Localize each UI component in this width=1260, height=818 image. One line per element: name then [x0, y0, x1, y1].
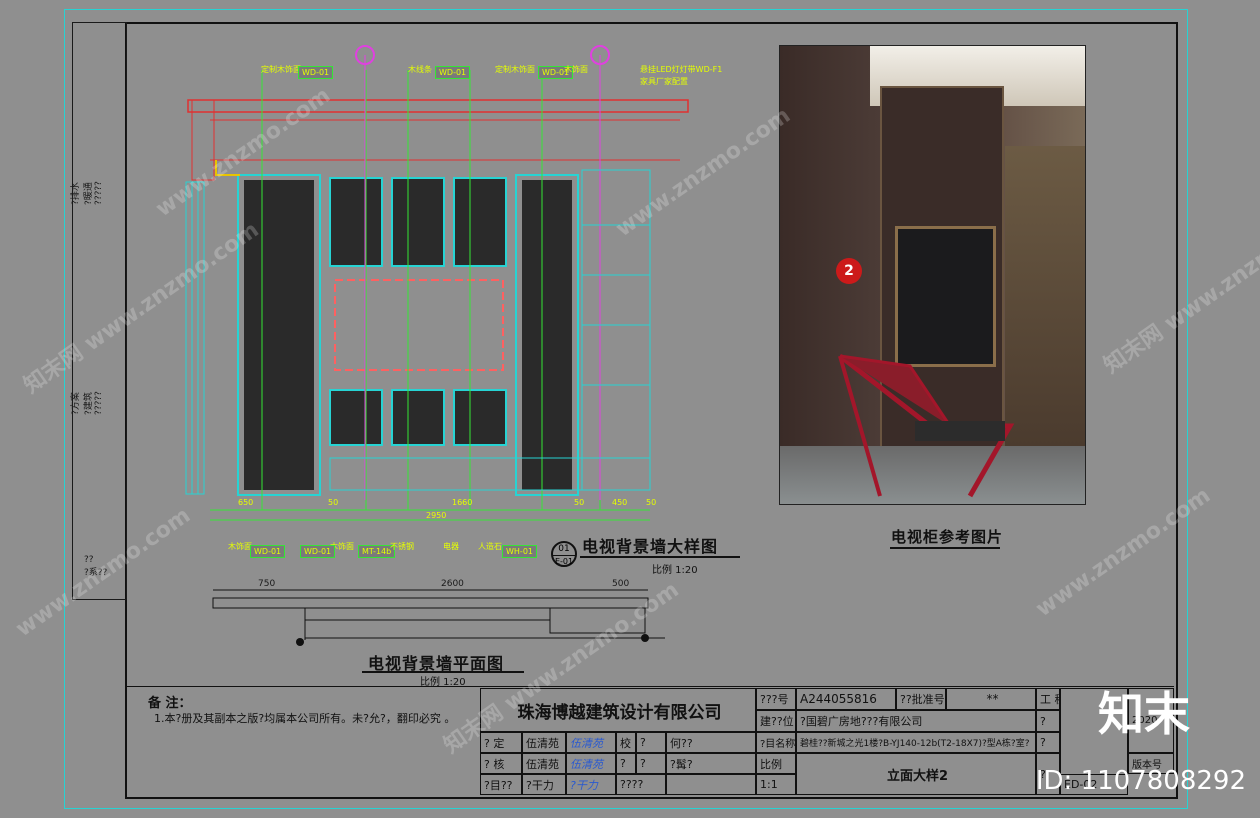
dim-450: 450 — [612, 498, 628, 507]
approval-label: ??批准号 — [896, 688, 946, 710]
row1-role2: 校 — [616, 732, 636, 753]
elev-top-code-1: WD-01 — [298, 66, 334, 79]
elevation-title-underline — [580, 556, 740, 558]
elev-bot-code-1: WD-01 — [250, 545, 286, 558]
dim-50c: 50 — [646, 498, 657, 507]
row1-signature: 伍清苑 — [566, 732, 616, 753]
row3-role3 — [666, 774, 756, 795]
elev-bot-tag-6: 人造石 — [478, 542, 502, 551]
row2-role3: ?髯? — [666, 753, 756, 774]
brand-id: ID: 1107808292 — [1035, 766, 1246, 796]
row3-name: ?干力 — [522, 774, 566, 795]
plan-dim-750: 750 — [258, 579, 276, 589]
right-label-2: ? — [1036, 710, 1060, 732]
row2-name: 伍清苑 — [522, 753, 566, 774]
elev-top-tag-3: 定制木饰面 — [495, 65, 535, 74]
photo-chair — [838, 354, 1015, 498]
dim-1660: 1660 — [452, 498, 473, 507]
client-label: 建??位 — [756, 710, 796, 732]
row1-v2: ? — [636, 732, 666, 753]
project-no: A244055816 — [796, 688, 896, 710]
drawing-name: 碧桂??新城之光1楼?B-YJ140-12b(T2-18X7)?型A栋?室? — [796, 732, 1036, 753]
client-value: ?国碧广房地???有限公司 — [796, 710, 1036, 732]
notes-text: 1.本?册及其副本之版?均属本公司所有。未?允?，翻印必究 。 — [154, 712, 456, 725]
project-no-label: ???号 — [756, 688, 796, 710]
notes-border — [125, 686, 1174, 687]
elev-top-tag-5: 悬挂LED灯灯带WD-F1 — [640, 65, 723, 74]
notes-heading: 备 注： — [148, 696, 192, 711]
brand-logo: 知末 — [1098, 687, 1190, 741]
elevation-drawing — [185, 45, 689, 521]
drawing-name-label: ?目名称 — [756, 732, 796, 753]
row2-role2: ? — [616, 753, 636, 774]
section-ref: E-01 — [553, 555, 575, 566]
scale-label: 比例 — [756, 753, 796, 774]
row1-role3: 何?? — [666, 732, 756, 753]
right-label-3: ? — [1036, 732, 1060, 753]
elev-top-code-5: 家具厂家配置 — [640, 77, 688, 86]
dim-2950: 2950 — [426, 511, 447, 520]
section-marker: 01 E-01 — [551, 541, 577, 567]
elev-bot-code-2: WD-01 — [300, 545, 336, 558]
elevation-scale: 比例 1:20 — [652, 565, 698, 576]
elevation-title: 电视背景墙大样图 — [582, 537, 719, 556]
elev-top-tag-4: 木饰面 — [564, 65, 588, 74]
row1-name: 伍清苑 — [522, 732, 566, 753]
row2-signature: 伍清苑 — [566, 753, 616, 774]
left-strip-mid: ?方案 ?建筑 ????? — [70, 391, 104, 415]
elev-top-code-2: WD-01 — [435, 66, 471, 79]
elev-bot-code-6: WH-01 — [502, 545, 537, 558]
reference-badge: 2 — [836, 258, 862, 284]
section-num: 01 — [558, 544, 570, 554]
row2-v2: ? — [636, 753, 666, 774]
left-strip-top: ?排水 ?暖通 ????? — [70, 181, 104, 205]
scale-value: 1:1 — [756, 774, 796, 795]
row3-role: ?目?? — [480, 774, 522, 795]
dim-50b: 50 — [574, 498, 585, 507]
elev-top-tag-1: 定制木饰面 — [261, 65, 301, 74]
row2-role: ? 核 — [480, 753, 522, 774]
elev-bot-tag-1: 木饰面 — [228, 542, 252, 551]
sheet-title: 立面大样2 — [796, 753, 1036, 795]
approval-value: ** — [946, 688, 1036, 710]
elev-bot-tag-5: 电器 — [443, 542, 459, 551]
plan-dim-500: 500 — [612, 579, 630, 589]
dim-650: 650 — [238, 498, 254, 507]
right-label-1: 工 程 — [1036, 688, 1060, 710]
reference-photo: 2 — [779, 45, 1086, 505]
reference-caption: 电视柜参考图片 — [891, 528, 1004, 546]
elev-top-tag-2: 木线条 — [408, 65, 432, 74]
dim-50a: 50 — [328, 498, 339, 507]
elev-bot-tag-4: 不锈钢 — [390, 542, 414, 551]
reference-caption-underline — [890, 547, 1000, 549]
row3-signature: ?干力 — [566, 774, 616, 795]
plan-dim-2600: 2600 — [441, 579, 464, 589]
row3-role2: ???? — [616, 774, 666, 795]
